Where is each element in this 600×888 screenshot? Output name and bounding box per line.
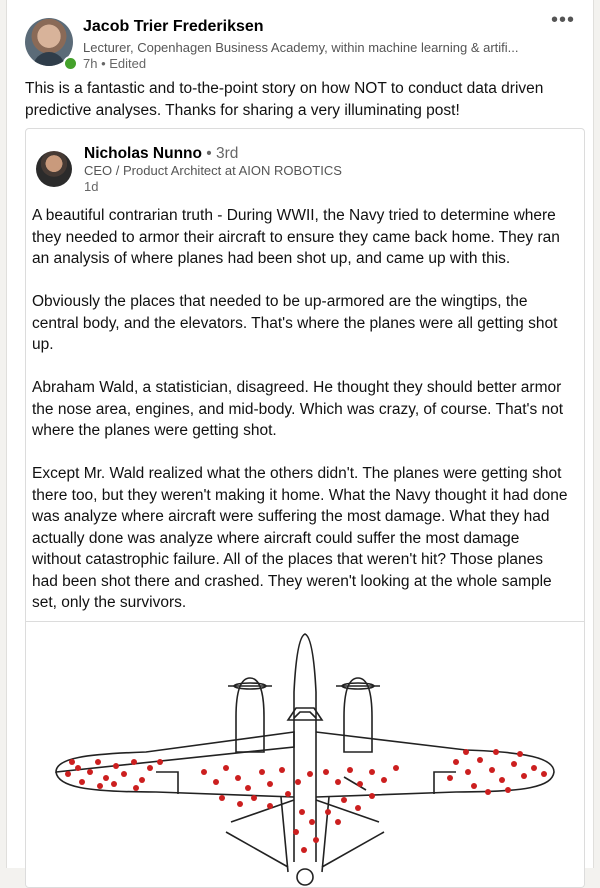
shared-post-time: 1d [84,179,99,194]
more-options-icon[interactable]: ••• [551,10,575,30]
shared-paragraph: A beautiful contrarian truth - During WW… [32,207,560,267]
feed-post-card: Jacob Trier Frederiksen Lecturer, Copenh… [6,0,594,888]
shared-paragraph: Obviously the places that needed to be u… [32,293,558,353]
survivorship-plane-image[interactable] [26,621,584,887]
connection-degree: • 3rd [201,145,239,162]
shared-author-headline: CEO / Product Architect at AION ROBOTICS [84,163,342,178]
shared-author-line: Nicholas Nunno • 3rd [84,145,238,163]
shared-author-avatar[interactable] [36,151,72,187]
shared-paragraph: Except Mr. Wald realized what the others… [32,465,568,611]
post-commentary: This is a fantastic and to-the-point sto… [25,80,544,119]
post-meta: 7h • Edited [83,56,147,71]
shared-paragraph: Abraham Wald, a statistician, disagreed.… [32,379,564,439]
plane-diagram [55,633,555,886]
shared-author-name[interactable]: Nicholas Nunno [84,145,202,162]
post-author: Jacob Trier Frederiksen Lecturer, Copenh… [25,14,585,74]
online-status-icon [63,56,78,71]
author-name[interactable]: Jacob Trier Frederiksen [83,18,264,36]
shared-post[interactable]: Nicholas Nunno • 3rd CEO / Product Archi… [25,128,585,888]
author-headline: Lecturer, Copenhagen Business Academy, w… [83,40,519,55]
damage-dots [65,749,547,853]
shared-post-body: A beautiful contrarian truth - During WW… [32,205,568,635]
